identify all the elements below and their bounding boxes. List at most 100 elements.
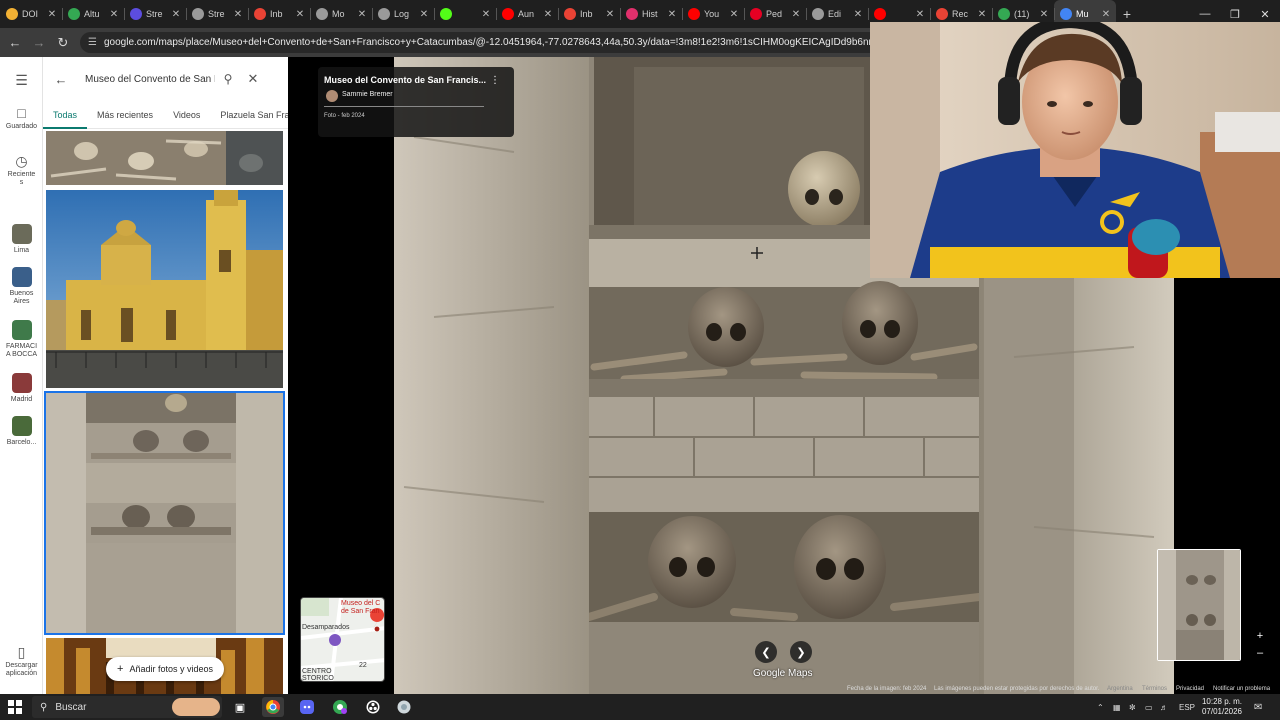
globe-icon	[316, 8, 328, 20]
close-tab-icon[interactable]: ✕	[666, 9, 678, 20]
close-tab-icon[interactable]: ✕	[1100, 9, 1112, 20]
volume-icon[interactable]: ♬	[1160, 694, 1168, 720]
close-tab-icon[interactable]: ✕	[728, 9, 740, 20]
previous-photo-button[interactable]: ❮	[755, 641, 777, 663]
browser-tab[interactable]: Aun ✕	[496, 0, 558, 28]
chrome-profile-icon[interactable]	[329, 697, 351, 717]
place-title[interactable]: Museo del Convento de San Francis...	[324, 75, 486, 85]
photo-thumbnail-selected[interactable]	[44, 391, 285, 635]
url-text[interactable]: google.com/maps/place/Museo+del+Convento…	[104, 37, 938, 48]
close-tab-icon[interactable]: ✕	[356, 9, 368, 20]
footer-link-privacy[interactable]: Privacidad	[1176, 686, 1204, 692]
place-thumbnail	[11, 267, 32, 287]
close-tab-icon[interactable]: ✕	[542, 9, 554, 20]
app-icon[interactable]	[393, 697, 415, 717]
tab-todas[interactable]: Todas	[43, 103, 88, 129]
zoom-out-icon[interactable]: –	[1254, 647, 1266, 659]
close-icon[interactable]: ✕	[241, 71, 265, 87]
footer-link-country[interactable]: Argentina	[1107, 686, 1133, 692]
browser-tab[interactable]: Stre ✕	[186, 0, 248, 28]
obs-icon[interactable]	[362, 697, 384, 717]
rail-item-download-app[interactable]: ▯ Descargar aplicación	[0, 645, 43, 678]
task-view-icon[interactable]: ▣	[229, 697, 251, 717]
rail-item-farmacia-bocca[interactable]: FARMACI A BOCCA	[0, 320, 43, 359]
close-tab-icon[interactable]: ✕	[108, 9, 120, 20]
rail-item-recent[interactable]: ◷ Reciente s	[0, 154, 43, 187]
browser-tab[interactable]: Log ✕	[372, 0, 434, 28]
close-tab-icon[interactable]: ✕	[914, 9, 926, 20]
browser-tab[interactable]: DOI ✕	[0, 0, 62, 28]
browser-tab[interactable]: Altu ✕	[62, 0, 124, 28]
next-photo-button[interactable]: ❯	[790, 641, 812, 663]
network-icon[interactable]: ▭	[1145, 694, 1153, 720]
taskbar-clock[interactable]: 10:28 p. m. 07/01/2026	[1199, 697, 1245, 717]
rail-item-buenos-aires[interactable]: Buenos Aires	[0, 267, 43, 306]
hamburger-menu-icon[interactable]: ☰	[0, 73, 43, 87]
tab-videos[interactable]: Videos	[163, 103, 210, 129]
site-info-icon[interactable]: ☰	[88, 37, 104, 48]
photo-thumbnail[interactable]	[44, 188, 285, 390]
chevron-left-icon: ❮	[761, 646, 771, 659]
tab-mas-recientes[interactable]: Más recientes	[87, 103, 163, 129]
new-tab-button[interactable]: +	[1116, 6, 1138, 22]
close-tab-icon[interactable]: ✕	[46, 9, 58, 20]
browser-tab[interactable]: You ✕	[682, 0, 744, 28]
close-tab-icon[interactable]: ✕	[790, 9, 802, 20]
browser-tab[interactable]: Inb ✕	[558, 0, 620, 28]
browser-tab[interactable]: ✕	[434, 0, 496, 28]
tray-icon[interactable]: ▦	[1113, 694, 1121, 720]
close-tab-icon[interactable]: ✕	[294, 9, 306, 20]
browser-tab[interactable]: Hist ✕	[620, 0, 682, 28]
rail-item-madrid[interactable]: Madrid	[0, 373, 43, 404]
mini-map[interactable]: Museo del C de San Fran Desamparados CEN…	[300, 597, 385, 682]
close-tab-icon[interactable]: ✕	[604, 9, 616, 20]
google-maps-logo: Google Maps	[753, 668, 813, 679]
browser-tab[interactable]: Mo ✕	[310, 0, 372, 28]
rail-item-lima[interactable]: Lima	[0, 224, 43, 255]
browser-tab[interactable]: Ped ✕	[744, 0, 806, 28]
language-indicator[interactable]: ESP	[1179, 694, 1195, 720]
rail-item-saved[interactable]: □ Guardado	[0, 106, 43, 131]
back-arrow-icon[interactable]: ←	[51, 72, 71, 87]
back-arrow-icon[interactable]: ←	[3, 28, 27, 57]
close-tab-icon[interactable]: ✕	[976, 9, 988, 20]
close-tab-icon[interactable]: ✕	[170, 9, 182, 20]
footer-link-terms[interactable]: Términos	[1142, 686, 1167, 692]
chevron-right-icon: ❯	[796, 646, 806, 659]
avatar[interactable]	[326, 90, 338, 102]
photo-author[interactable]: Sammie Bremer	[342, 91, 393, 98]
webcam-overlay	[870, 22, 1280, 278]
footer-link-report[interactable]: Notificar un problema	[1213, 686, 1270, 692]
zoom-in-icon[interactable]: +	[1254, 630, 1266, 642]
taskbar-search[interactable]: ⚲ Buscar	[32, 696, 222, 718]
tab-label: Rec	[952, 9, 969, 19]
search-input[interactable]	[85, 73, 215, 85]
close-tab-icon[interactable]: ✕	[480, 9, 492, 20]
close-tab-icon[interactable]: ✕	[418, 9, 430, 20]
browser-tab[interactable]: Inb ✕	[248, 0, 310, 28]
menu-button[interactable]: ☰	[0, 73, 43, 90]
rail-item-barcelona[interactable]: Barcelo...	[0, 416, 43, 447]
discord-icon[interactable]	[296, 697, 318, 717]
close-tab-icon[interactable]: ✕	[852, 9, 864, 20]
more-options-icon[interactable]: ⋮	[490, 75, 500, 86]
tray-chevron-icon[interactable]: ⌃	[1097, 694, 1104, 720]
close-tab-icon[interactable]: ✕	[1038, 9, 1050, 20]
add-photos-button[interactable]: + Añadir fotos y videos	[106, 657, 224, 681]
windows-start-icon[interactable]	[8, 700, 22, 714]
photo-thumbnail[interactable]	[44, 129, 285, 187]
bluetooth-icon[interactable]: ✼	[1129, 694, 1136, 720]
street-view-preview[interactable]	[1157, 549, 1241, 661]
search-icon[interactable]: ⚲	[215, 72, 241, 86]
rail-label: Descargar aplicación	[5, 662, 38, 677]
tab-plazuela[interactable]: Plazuela San Fra	[210, 103, 288, 129]
forward-arrow-icon[interactable]: →	[27, 28, 51, 57]
chrome-icon	[6, 8, 18, 20]
reload-icon[interactable]: ↻	[51, 28, 75, 57]
close-tab-icon[interactable]: ✕	[232, 9, 244, 20]
browser-tab[interactable]: Edi ✕	[806, 0, 868, 28]
browser-tab[interactable]: Stre ✕	[124, 0, 186, 28]
notifications-icon[interactable]: ✉	[1254, 694, 1262, 720]
kick-icon	[440, 8, 452, 20]
chrome-taskbar-icon[interactable]	[262, 697, 284, 717]
